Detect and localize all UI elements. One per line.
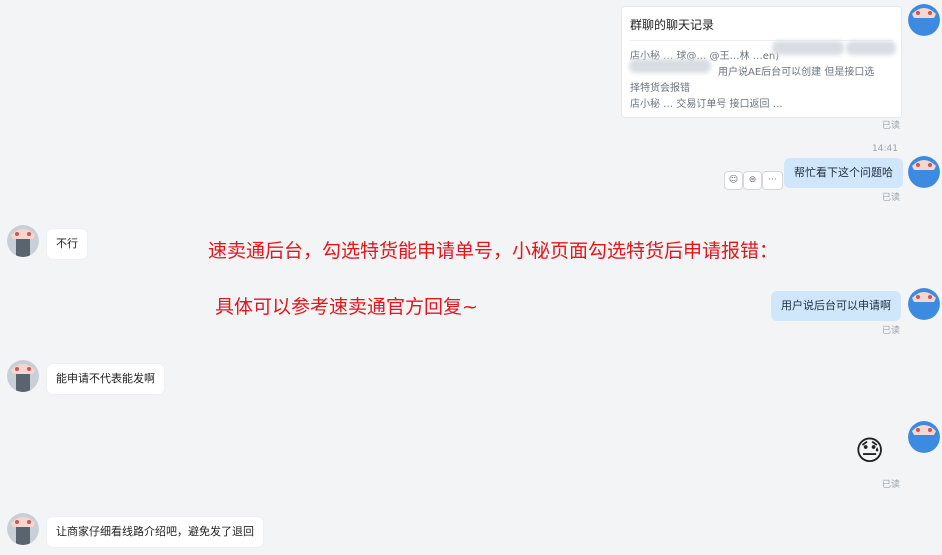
more-button[interactable]: ··· <box>762 171 783 190</box>
message-bubble[interactable]: 不行 <box>47 229 87 259</box>
message-timestamp: 14:41 <box>872 144 898 154</box>
avatar[interactable] <box>908 288 940 320</box>
message-bubble[interactable]: 用户说后台可以申请啊 <box>771 291 901 321</box>
reply-button[interactable]: ⊜ <box>743 171 762 190</box>
read-receipt: 已读 <box>882 121 901 131</box>
read-receipt: 已读 <box>882 193 901 203</box>
message-bubble[interactable]: 让商家仔细看线路介绍吧，避免发了退回 <box>47 517 263 547</box>
emoji-reaction-button[interactable]: ☺ <box>724 171 743 190</box>
message-bubble[interactable]: 能申请不代表能发啊 <box>47 364 164 394</box>
redaction <box>846 41 896 55</box>
sweat-emoji[interactable]: 😓 <box>855 434 884 468</box>
card-line-2: 用户说AE后台可以创建 但是接口选 <box>718 67 875 78</box>
message-bubble[interactable]: 帮忙看下这个问题哈 <box>784 158 903 188</box>
redaction <box>629 59 711 73</box>
avatar[interactable] <box>7 360 39 392</box>
avatar[interactable] <box>7 225 39 257</box>
avatar[interactable] <box>908 421 940 453</box>
card-title: 群聊的聊天记录 <box>630 18 715 32</box>
annotation-text: 速卖通后台，勾选特货能申请单号，小秘页面勾选特货后申请报错： <box>208 240 779 262</box>
annotation-text: 具体可以参考速卖通官方回复~ <box>215 296 478 318</box>
card-line-4: 店小秘 … 交易订单号 接口返回 … <box>630 99 783 110</box>
read-receipt: 已读 <box>882 326 901 336</box>
avatar[interactable] <box>908 4 940 36</box>
avatar[interactable] <box>908 156 940 188</box>
read-receipt: 已读 <box>882 480 901 490</box>
avatar[interactable] <box>7 513 39 545</box>
card-line-3: 择特货会报错 <box>630 83 690 94</box>
forwarded-chat-card[interactable]: 群聊的聊天记录 店小秘 … 球@… @王…林 …en) 用户说AE后台可以创建 … <box>621 6 902 118</box>
redaction <box>772 41 844 55</box>
